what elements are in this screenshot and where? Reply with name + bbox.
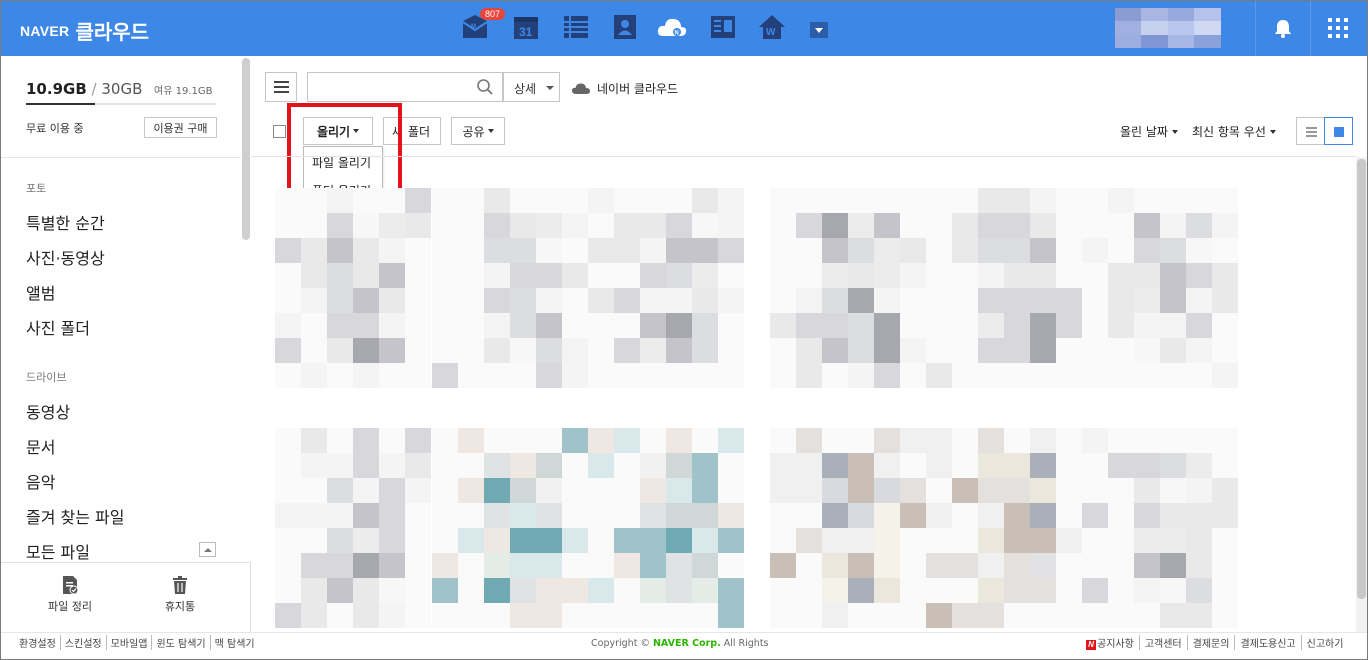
window-frame [0,0,1368,660]
